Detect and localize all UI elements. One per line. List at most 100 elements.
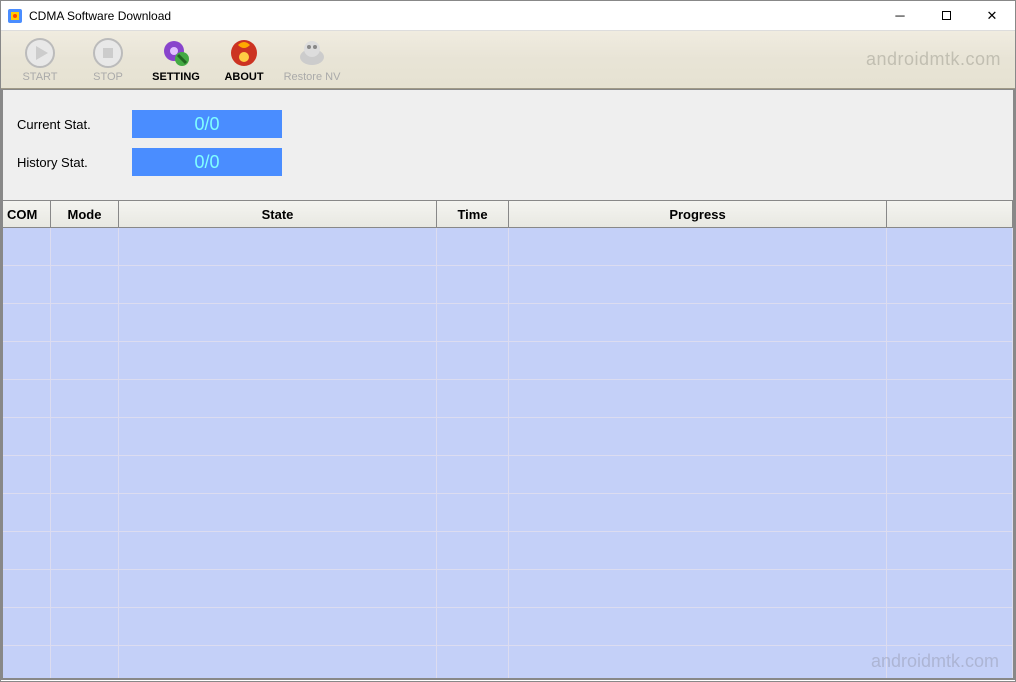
stats-area: Current Stat. 0/0 History Stat. 0/0 [3,90,1013,200]
header-com[interactable]: COM [3,201,51,228]
cell-time [437,342,509,380]
cell-last [887,608,1013,646]
cell-last [887,456,1013,494]
cell-state [119,494,437,532]
main-panel: Current Stat. 0/0 History Stat. 0/0 COM … [1,89,1015,680]
maximize-button[interactable] [923,1,969,30]
cell-time [437,418,509,456]
cell-state [119,342,437,380]
cell-last [887,304,1013,342]
history-stat-value: 0/0 [132,148,282,176]
cell-mode [51,418,119,456]
header-time[interactable]: Time [437,201,509,228]
cell-last [887,342,1013,380]
app-icon [7,8,23,24]
table-row[interactable] [3,532,1013,570]
cell-last [887,266,1013,304]
cell-time [437,380,509,418]
table-row[interactable] [3,304,1013,342]
watermark: androidmtk.com [866,49,1001,70]
cell-mode [51,646,119,678]
cell-com [3,532,51,570]
cell-time [437,570,509,608]
table-row[interactable] [3,266,1013,304]
start-button[interactable]: START [7,33,73,87]
cell-state [119,570,437,608]
header-last[interactable] [887,201,1013,228]
restore-nv-button[interactable]: Restore NV [279,33,345,87]
cell-mode [51,342,119,380]
close-button[interactable]: ✕ [969,1,1015,30]
cell-progress [509,608,887,646]
cell-time [437,608,509,646]
cell-progress [509,418,887,456]
toolbar: START STOP SETTING [1,31,1015,89]
about-icon [228,37,260,69]
cell-mode [51,608,119,646]
cell-last [887,646,1013,678]
restore-icon [296,37,328,69]
cell-mode [51,532,119,570]
cell-state [119,456,437,494]
table-row[interactable] [3,494,1013,532]
cell-progress [509,266,887,304]
table-row[interactable] [3,646,1013,678]
cell-last [887,532,1013,570]
cell-state [119,646,437,678]
table-row[interactable] [3,456,1013,494]
stop-icon [92,37,124,69]
cell-com [3,608,51,646]
cell-mode [51,266,119,304]
window-title: CDMA Software Download [29,9,877,23]
cell-com [3,418,51,456]
cell-time [437,456,509,494]
titlebar: CDMA Software Download ─ ✕ [1,1,1015,31]
cell-progress [509,342,887,380]
cell-progress [509,456,887,494]
table-row[interactable] [3,380,1013,418]
setting-button[interactable]: SETTING [143,33,209,87]
table-header: COM Mode State Time Progress [3,200,1013,228]
cell-state [119,608,437,646]
table-row[interactable] [3,342,1013,380]
cell-progress [509,494,887,532]
about-button[interactable]: ABOUT [211,33,277,87]
cell-com [3,646,51,678]
cell-com [3,342,51,380]
stop-label: STOP [93,71,123,83]
header-state[interactable]: State [119,201,437,228]
table-row[interactable] [3,418,1013,456]
cell-last [887,228,1013,266]
cell-com [3,304,51,342]
cell-state [119,380,437,418]
cell-state [119,266,437,304]
header-progress[interactable]: Progress [509,201,887,228]
window-controls: ─ ✕ [877,1,1015,30]
table-row[interactable] [3,608,1013,646]
play-icon [24,37,56,69]
cell-last [887,380,1013,418]
table-row[interactable] [3,228,1013,266]
cell-progress [509,380,887,418]
cell-time [437,228,509,266]
cell-mode [51,228,119,266]
gear-icon [160,37,192,69]
stop-button[interactable]: STOP [75,33,141,87]
table-row[interactable] [3,570,1013,608]
cell-state [119,228,437,266]
cell-time [437,266,509,304]
about-label: ABOUT [224,71,263,83]
cell-mode [51,570,119,608]
start-label: START [22,71,57,83]
current-stat-value: 0/0 [132,110,282,138]
cell-mode [51,380,119,418]
current-stat-row: Current Stat. 0/0 [17,110,999,138]
minimize-button[interactable]: ─ [877,1,923,30]
cell-progress [509,532,887,570]
cell-mode [51,456,119,494]
header-mode[interactable]: Mode [51,201,119,228]
cell-progress [509,570,887,608]
cell-last [887,494,1013,532]
cell-com [3,380,51,418]
cell-com [3,228,51,266]
